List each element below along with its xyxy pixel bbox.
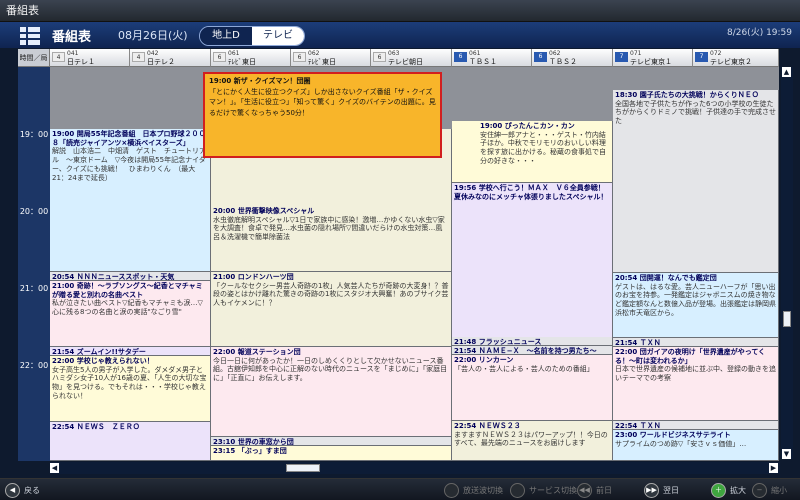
channel-header[interactable]: 6 063 テレビ朝日 (371, 49, 452, 67)
zoom-in-icon: ＋ (711, 482, 726, 498)
channel-header[interactable]: 7 072 テレビ東京２ (693, 49, 779, 67)
page-title: 番組表 (52, 30, 92, 45)
fast-forward-icon: ▶▶ (644, 482, 659, 498)
band-tv[interactable]: テレビ (252, 27, 304, 45)
time-label: 19：00 (19, 130, 49, 139)
no-program-area (613, 67, 779, 90)
clock: 8/26(火) 19:59 (726, 28, 792, 38)
program-cell[interactable]: 21:00 ロンドンハーツ団 「クールなセクシー男芸人奇跡の1枚」人気芸人たちが奇… (211, 272, 452, 347)
channel-logo-icon: 6 (213, 52, 226, 62)
program-cell[interactable]: 22:54 ＮＥＷＳ ＺＥＲＯ (50, 422, 211, 461)
horizontal-scrollbar[interactable]: ◀ ▶ (50, 462, 780, 474)
prev-day-button[interactable]: ◀◀ 前日 (577, 482, 612, 498)
band-terrestrial[interactable]: 地上D (200, 27, 252, 45)
next-day-button[interactable]: ▶▶ 翌日 (644, 482, 679, 498)
scroll-right-icon[interactable]: ▶ (769, 463, 778, 473)
program-cell[interactable]: 22:00 報道ステーション団 今日一日に何があったか！一日のしめくくりとして欠か… (211, 347, 452, 437)
program-cell[interactable]: 18:30 園子氏たちの大挑戦！からくりＮＥＯ 全国各地で子供たちが作った6つの小… (613, 90, 779, 273)
scroll-left-icon[interactable]: ◀ (50, 463, 59, 473)
horizontal-scroll-thumb[interactable] (286, 464, 320, 472)
program-cell[interactable]: 21:00 奇跡！〜ラブソングス〜紀香とマチャミが贈る愛と別れの名曲ベスト 私が泣… (50, 281, 211, 347)
channel-header[interactable]: 6 062 ＴＢＳ２ (532, 49, 613, 67)
broadcast-switch-button[interactable]: 放送波切換 (444, 482, 503, 498)
program-cell[interactable]: 22:54 ＮＥＷＳ２３ ますますＮＥＷＳ２３はパワーアップ！！今日のすべて、最先… (452, 421, 613, 461)
channel-logo-icon: 6 (454, 52, 467, 62)
vertical-scrollbar[interactable]: ▲ ▼ (781, 67, 793, 459)
vertical-scroll-thumb[interactable] (783, 311, 791, 327)
program-cell[interactable]: 21:54 ＮＡＭＥ−Ｘ 〜名前を持つ男たち〜 (452, 346, 613, 355)
channel-logo-icon: 7 (615, 52, 628, 62)
scroll-down-icon[interactable]: ▼ (782, 449, 791, 459)
program-cell[interactable]: 23:10 世界の車窓から団 (211, 437, 452, 446)
back-icon: ◀ (5, 482, 20, 498)
channel-logo-icon: 4 (132, 52, 145, 62)
time-column: 19：00 20：00 21：00 22：00 (18, 67, 50, 461)
program-cell[interactable]: 23:00 ワールドビジネスサテライト サプライムのつめ跡▽「安さｖｓ価値」… (613, 430, 779, 461)
program-cell[interactable]: 19:00 ぴったんこカン・カン 安住紳一郎アナと・・・ゲスト・竹内結子ほか。中秋… (452, 121, 613, 183)
footer-bar: ◀ 戻る 放送波切換 サービス切換 ◀◀ 前日 ▶▶ 翌日 ＋拡大 − 縮小 (0, 478, 800, 500)
time-label: 22：00 (19, 361, 49, 370)
program-cell[interactable]: 22:00 学校じゃ教えられない！ 女子高生5人の男子が入学した。ダメダメ男子とハ… (50, 356, 211, 422)
program-cell[interactable]: 23:15 「ぶっ」すま団 (211, 446, 452, 461)
time-station-header: 時間／局 (18, 49, 50, 67)
channel-logo-icon: 7 (695, 52, 708, 62)
channel-logo-icon: 6 (293, 52, 306, 62)
channel-header[interactable]: 6 061 ＴＢＳ１ (452, 49, 532, 67)
header-bar: 番組表 08月26日(火) 8/26(火) 19:59 (0, 22, 800, 48)
window-title-bar: 番組表 (0, 0, 800, 22)
program-cell[interactable]: 20:54 団開運！なんでも鑑定団 ゲストは、はるな愛。芸人ニューハーフが「思い出… (613, 273, 779, 338)
window-title: 番組表 (6, 4, 39, 17)
channel-header[interactable]: 4 041 日テレ１ (50, 49, 130, 67)
zoom-out-icon: − (752, 482, 767, 498)
band-switch[interactable]: 地上D テレビ (199, 26, 305, 46)
channel-logo-icon: 6 (534, 52, 547, 62)
channel-header[interactable]: 4 042 日テレ２ (130, 49, 211, 67)
zoom-out-button[interactable]: − 縮小 (752, 482, 787, 498)
channel-logo-icon: 6 (373, 52, 386, 62)
back-button[interactable]: ◀ 戻る (5, 482, 40, 498)
circle-button-icon (444, 482, 459, 498)
program-cell[interactable]: 22:00 団ガイアの夜明け「世界遺産がやってくる！〜町は変われるか」 日本で世界… (613, 347, 779, 421)
rewind-icon: ◀◀ (577, 482, 592, 498)
program-cell[interactable]: 19:56 学校へ行こう！ＭＡＸ Ｖ６全員参戦！夏休みなのにメッチャ体張りました… (452, 183, 613, 345)
zoom-in-button[interactable]: ＋拡大 (711, 482, 746, 498)
channel-header[interactable]: 6 062 ﾃﾚﾋﾞ東日 (291, 49, 371, 67)
program-cell[interactable]: 19:00 開局55年記念番組 日本プロ野球２００８「読売ジャイアンツ×横浜ベイ… (50, 129, 211, 272)
program-cell[interactable]: 21:54 ＴＸＮ (613, 338, 779, 347)
service-switch-button[interactable]: サービス切換 (510, 482, 577, 498)
program-cell[interactable]: 21:48 フラッシュニュース (452, 337, 613, 346)
current-date: 08月26日(火) (118, 29, 188, 42)
program-cell[interactable]: 22:00 リンカーン 「芸人の・芸人による・芸人のための番組」 (452, 355, 613, 421)
program-cell[interactable]: 21:54 ズームイン!!サタデー (50, 347, 211, 356)
selected-program-popup[interactable]: 19:00 新ザ・クイズマン！団圏 「とにかく人生に役立つクイズ」しか出さないク… (203, 72, 442, 158)
program-cell[interactable]: 22:54 ＴＸＮ (613, 421, 779, 430)
circle-button-icon (510, 482, 525, 498)
channel-header[interactable]: 7 071 テレビ東京１ (613, 49, 693, 67)
time-label: 20：00 (19, 207, 49, 216)
channel-header[interactable]: 6 061 ﾃﾚﾋﾞ東日 (211, 49, 291, 67)
scroll-up-icon[interactable]: ▲ (782, 67, 791, 77)
time-label: 21：00 (19, 284, 49, 293)
epg-grid-icon (20, 27, 40, 45)
channel-logo-icon: 4 (52, 52, 65, 62)
program-cell[interactable]: 20:54 ＮＮＮニューススポット・天気 (50, 272, 211, 281)
